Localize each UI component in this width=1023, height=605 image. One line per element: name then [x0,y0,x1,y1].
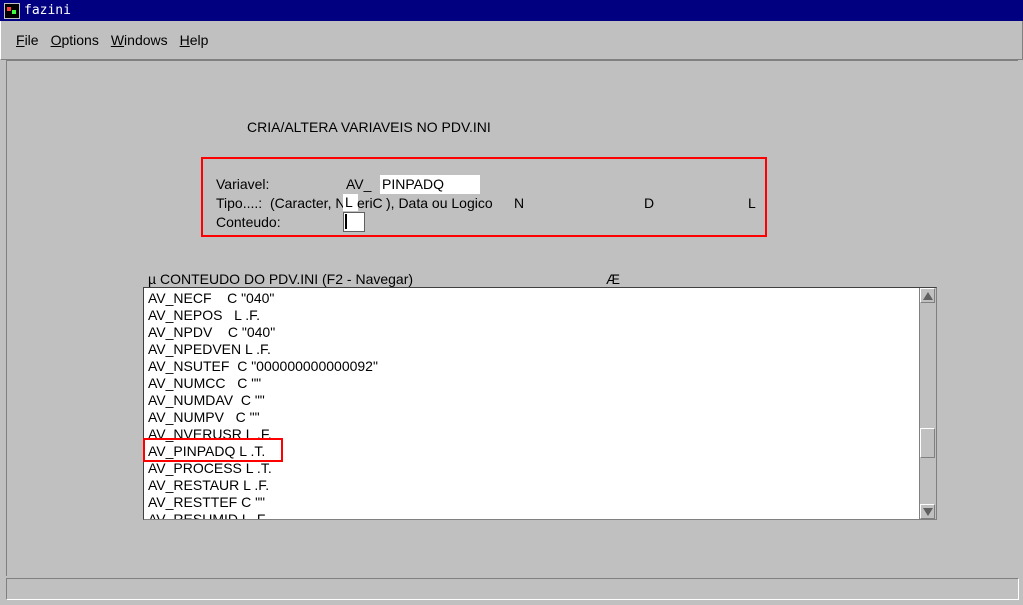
row-highlight-box [143,438,283,462]
list-item[interactable]: AV_NPDV C "040" [148,324,275,341]
terminal-icon [4,2,20,19]
window-title: fazini [24,3,71,18]
menu-windows[interactable]: Windows [111,32,168,48]
status-bar [6,578,1019,600]
tipo-option-l: L [748,195,756,211]
list-item[interactable]: AV_NSUTEF C "000000000000092" [148,358,378,375]
list-item[interactable]: AV_PROCESS L .T. [148,460,272,477]
list-item[interactable]: AV_NEPOS L .F. [148,307,260,324]
pdv-ini-list[interactable]: AV_NECF C "040" AV_NEPOS L .F. AV_NPDV C… [143,287,937,520]
tipo-description-start: (Caracter, N [270,195,346,211]
tipo-description-end: ), Data ou Logico [386,195,493,211]
list-item[interactable]: AV_NUMCC C "" [148,375,261,392]
list-item[interactable]: AV_NPEDVEN L .F. [148,341,271,358]
title-bar[interactable]: fazini [0,0,1023,21]
list-item[interactable]: AV_RESUMID L .F. [148,511,268,519]
conteudo-label: Conteudo: [216,214,281,230]
scroll-thumb[interactable] [920,428,935,458]
tipo-option-n: N [514,195,525,211]
menu-options[interactable]: Options [51,32,99,48]
form-title: CRIA/ALTERA VARIAVEIS NO PDV.INI [247,119,491,135]
arrow-up-icon [923,292,933,300]
scroll-down-button[interactable] [920,504,935,519]
list-header: µ CONTEUDO DO PDV.INI (F2 - Navegar) [148,271,414,287]
menu-bar: File Options Windows Help [0,21,1023,60]
variavel-label: Variavel: [216,176,270,192]
menu-help[interactable]: Help [180,32,209,48]
tipo-label: Tipo....: [216,195,263,211]
list-item[interactable]: AV_RESTTEF C "" [148,494,265,511]
list-item[interactable]: AV_NUMPV C "" [148,409,260,426]
arrow-down-icon [923,508,933,516]
tipo-option-d: D [644,195,655,211]
list-header-right: Æ [606,271,620,287]
list-item[interactable]: AV_NUMDAV C "" [148,392,265,409]
variavel-input[interactable]: PINPADQ [380,175,480,194]
variavel-prefix: AV_ [346,176,372,192]
scroll-up-button[interactable] [920,288,935,303]
text-cursor [345,214,347,229]
tipo-description-mid: eriC [357,195,383,211]
menu-file[interactable]: File [16,32,39,48]
list-scrollbar[interactable] [919,288,936,519]
list-item[interactable]: AV_NECF C "040" [148,290,274,307]
list-item[interactable]: AV_RESTAUR L .F. [148,477,269,494]
tipo-input[interactable]: L [343,194,358,211]
